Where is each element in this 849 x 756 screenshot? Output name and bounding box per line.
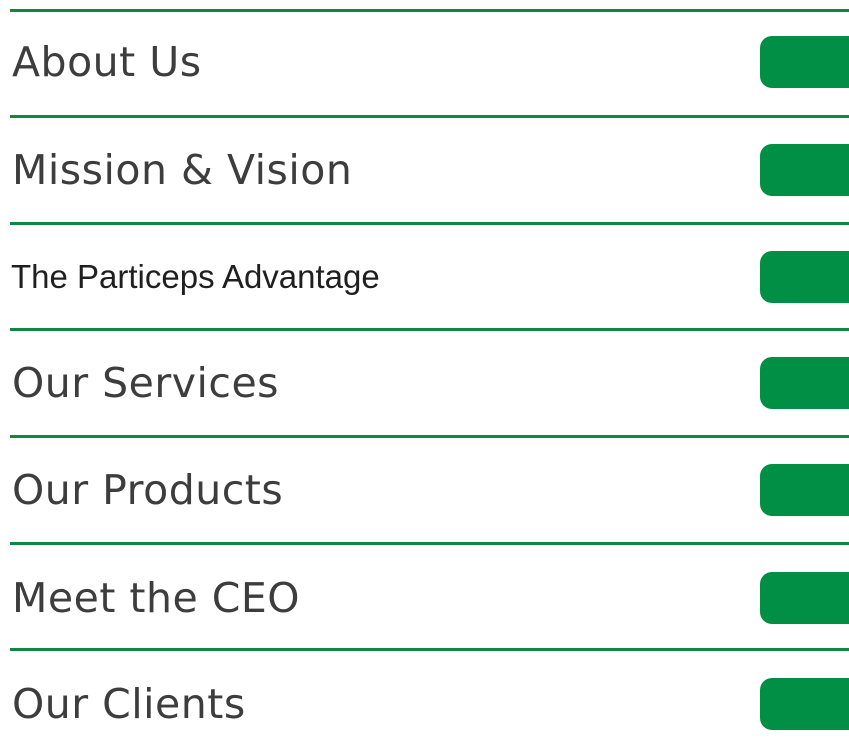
menu-item-mission-vision[interactable]: Mission & Vision bbox=[0, 118, 849, 222]
menu-item-label: Our Products bbox=[12, 466, 284, 514]
menu-item-indicator[interactable] bbox=[760, 251, 849, 303]
menu-item-label: The Particeps Advantage bbox=[11, 258, 380, 295]
menu-item-label: Meet the CEO bbox=[12, 574, 301, 622]
menu-item-meet-the-ceo[interactable]: Meet the CEO bbox=[0, 546, 849, 650]
menu-item-label: About Us bbox=[12, 38, 202, 86]
menu-item-particeps-advantage[interactable]: The Particeps Advantage bbox=[0, 225, 849, 329]
menu-item-indicator[interactable] bbox=[760, 144, 849, 196]
menu-item-our-products[interactable]: Our Products bbox=[0, 438, 849, 542]
menu-item-indicator[interactable] bbox=[760, 36, 849, 88]
menu-item-our-clients[interactable]: Our Clients bbox=[0, 652, 849, 756]
menu-item-about-us[interactable]: About Us bbox=[0, 10, 849, 114]
menu-item-label: Our Clients bbox=[12, 680, 246, 728]
navigation-menu: About Us Mission & Vision The Particeps … bbox=[0, 0, 849, 753]
menu-item-label: Our Services bbox=[12, 359, 280, 407]
menu-divider bbox=[10, 542, 849, 545]
menu-divider bbox=[10, 648, 849, 651]
menu-item-label: Mission & Vision bbox=[12, 146, 353, 194]
menu-item-indicator[interactable] bbox=[760, 678, 849, 730]
menu-item-indicator[interactable] bbox=[760, 464, 849, 516]
menu-item-indicator[interactable] bbox=[760, 357, 849, 409]
menu-item-indicator[interactable] bbox=[760, 572, 849, 624]
menu-item-our-services[interactable]: Our Services bbox=[0, 331, 849, 435]
